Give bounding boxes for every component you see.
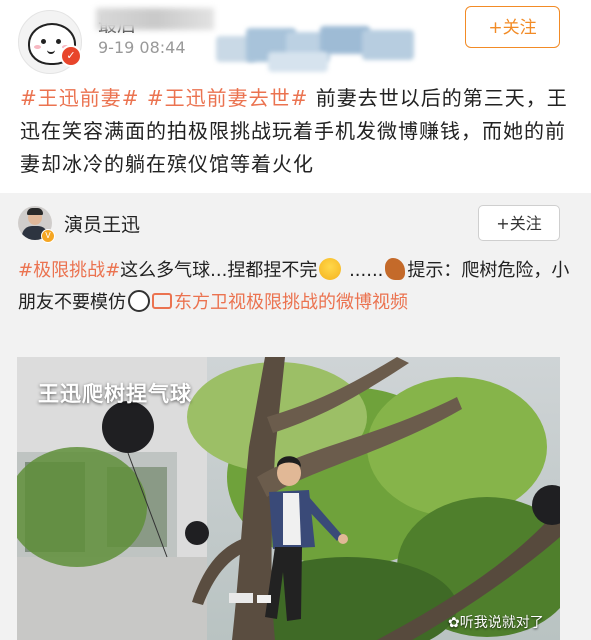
post-time: 9-19 08:44 — [98, 38, 186, 57]
follow-button[interactable]: +关注 — [465, 6, 560, 48]
repost-text-part: 这么多气球...捏都捏不完 — [120, 260, 318, 281]
verified-badge-icon: ✓ — [60, 45, 82, 67]
panda-emoji-icon — [128, 290, 150, 312]
repost-text: #极限挑战#这么多气球...捏都捏不完 ...... 提示：爬树危险，小朋友不要模… — [18, 255, 578, 319]
video-link[interactable]: 东方卫视极限挑战的微博视频 — [174, 292, 408, 313]
watermark-text: 听我说就对了 — [459, 615, 544, 631]
paw-icon: ✿ — [448, 615, 460, 631]
pixelated-mosaic — [216, 26, 416, 78]
squirrel-emoji-icon — [385, 258, 406, 280]
video-icon — [152, 293, 172, 309]
laugh-emoji-icon — [319, 258, 342, 280]
username-blur-mask — [96, 8, 214, 30]
source-watermark: ✿听我说就对了 — [448, 612, 544, 632]
post-text: #王迅前妻# #王迅前妻去世# 前妻去世以后的第三天，王迅在笑容满面的拍极限挑战… — [20, 82, 575, 181]
hashtag-link[interactable]: #王迅前妻# — [20, 86, 140, 110]
video-caption: 王迅爬树捏气球 — [38, 382, 192, 406]
repost-follow-button[interactable]: +关注 — [478, 205, 560, 241]
hashtag-link[interactable]: #极限挑战# — [18, 260, 120, 281]
verified-badge-icon: V — [41, 229, 55, 243]
repost-username[interactable]: 演员王迅 — [64, 210, 140, 237]
repost-text-part: ...... — [349, 260, 384, 281]
weibo-post: ✓ 最后 9-19 08:44 +关注 #王迅前妻# #王迅前妻去世# 前妻去世… — [0, 0, 591, 640]
hashtag-link[interactable]: #王迅前妻去世# — [147, 86, 309, 110]
